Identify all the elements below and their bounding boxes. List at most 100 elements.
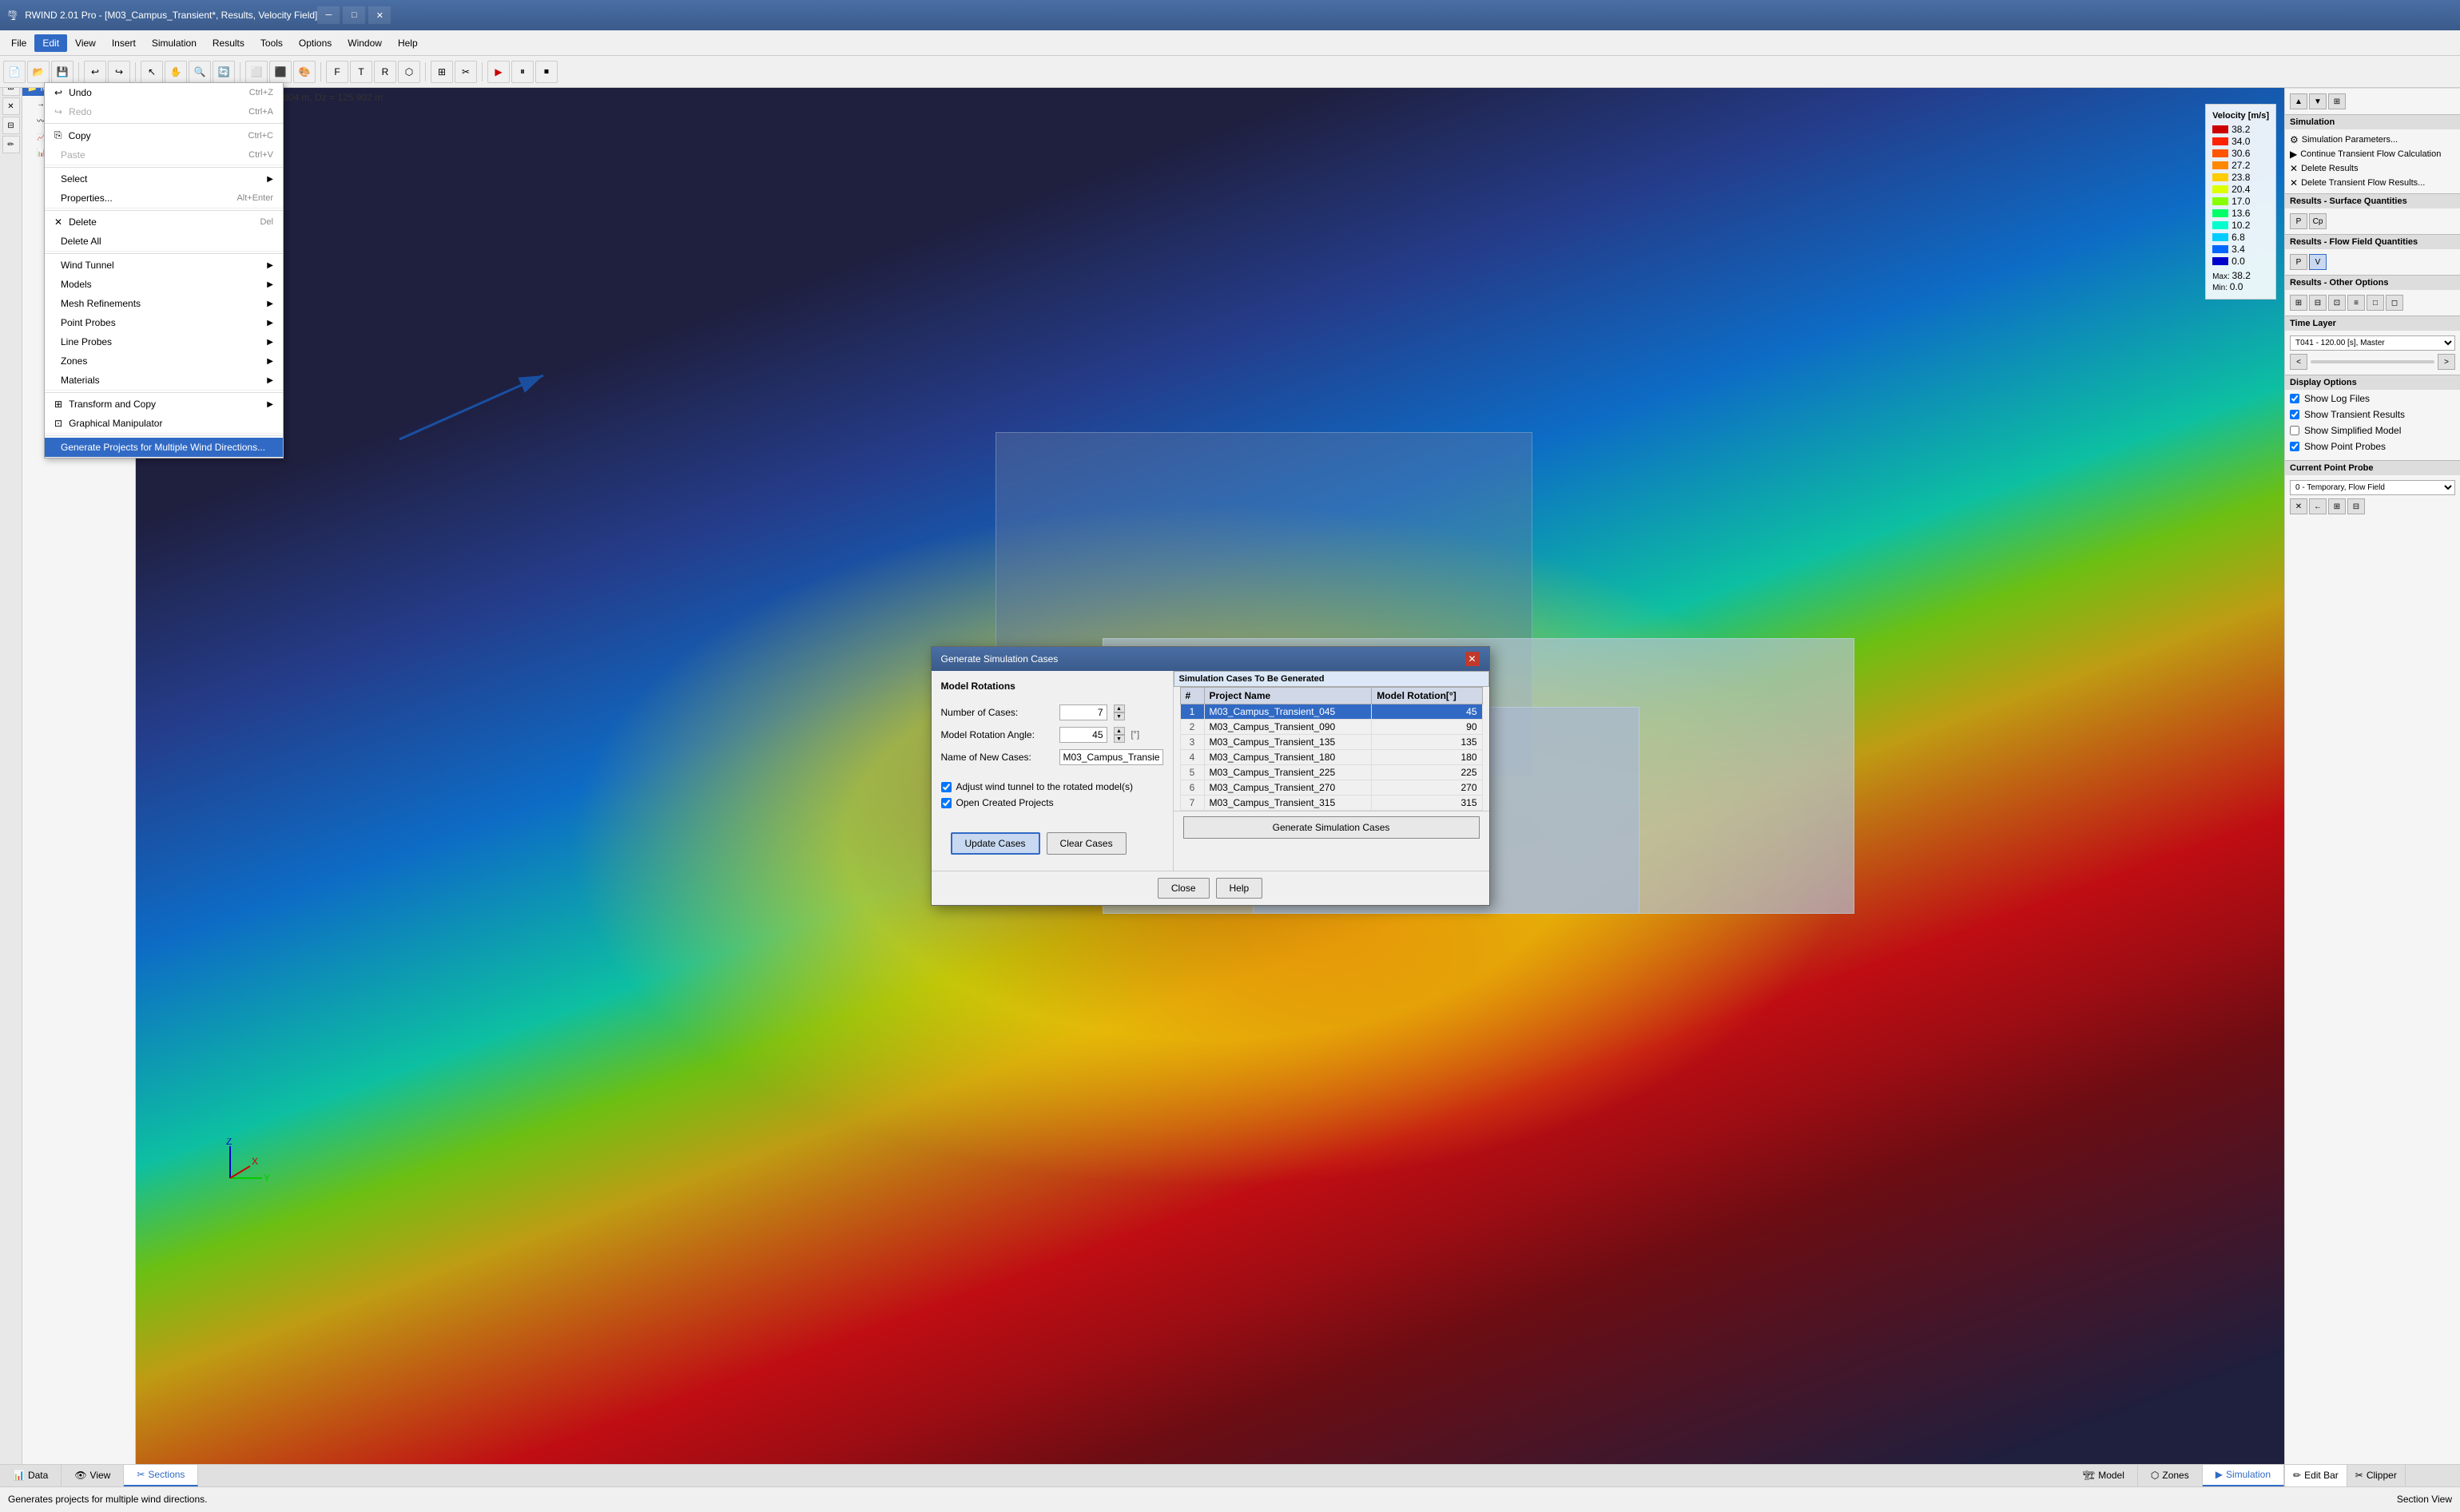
show-log-files-checkbox[interactable] (2290, 394, 2299, 403)
tb-sim2[interactable]: ⏸ (511, 61, 534, 83)
probe-back-btn[interactable]: ← (2309, 498, 2327, 514)
tab-view[interactable]: 👁 View (62, 1465, 124, 1486)
menu-results[interactable]: Results (205, 34, 252, 52)
time-next-btn[interactable]: > (2438, 354, 2455, 370)
continue-transient[interactable]: ▶ Continue Transient Flow Calculation (2290, 147, 2455, 161)
tb-open[interactable]: 📂 (27, 61, 50, 83)
edit-bar-tab[interactable]: ✏ Edit Bar (2285, 1465, 2347, 1486)
table-row[interactable]: 6 M03_Campus_Transient_270 270 (1180, 780, 1482, 796)
table-row[interactable]: 5 M03_Campus_Transient_225 225 (1180, 765, 1482, 780)
tb-right[interactable]: R (374, 61, 396, 83)
flow-v-btn[interactable]: V (2309, 254, 2327, 270)
tab-data[interactable]: 📊 Data (0, 1465, 62, 1486)
other-icon-1[interactable]: ⊞ (2290, 295, 2307, 311)
surface-p-btn[interactable]: P (2290, 213, 2307, 229)
current-probe-dropdown[interactable]: 0 - Temporary, Flow Field (2290, 480, 2455, 495)
menu-window[interactable]: Window (340, 34, 390, 52)
menu-delete[interactable]: ✕ Delete Del (45, 212, 283, 232)
probe-remove-btn[interactable]: ⊟ (2347, 498, 2365, 514)
tb-rotate[interactable]: 🔄 (213, 61, 235, 83)
menu-zones[interactable]: Zones ▶ (45, 351, 283, 371)
menu-edit[interactable]: Edit (34, 34, 67, 52)
menu-file[interactable]: File (3, 34, 34, 52)
editor-icon-1[interactable]: ▲ (2290, 93, 2307, 109)
case-name-input[interactable] (1059, 749, 1163, 765)
current-point-probe-section[interactable]: Current Point Probe (2285, 460, 2460, 475)
time-track[interactable] (2311, 360, 2434, 363)
display-options-section[interactable]: Display Options (2285, 375, 2460, 390)
tb-zoom[interactable]: 🔍 (189, 61, 211, 83)
menu-select[interactable]: Select ▶ (45, 169, 283, 189)
tb-pan[interactable]: ✋ (165, 61, 187, 83)
tb-section[interactable]: ✂ (455, 61, 477, 83)
open-projects-checkbox[interactable] (941, 798, 952, 808)
tb-save[interactable]: 💾 (51, 61, 74, 83)
menu-undo[interactable]: ↩ Undo Ctrl+Z (45, 83, 283, 102)
num-cases-down[interactable]: ▼ (1114, 712, 1125, 720)
show-point-probes-checkbox[interactable] (2290, 442, 2299, 451)
time-layer-dropdown[interactable]: T041 - 120.00 [s], Master (2290, 335, 2455, 351)
editor-icon-2[interactable]: ▼ (2309, 93, 2327, 109)
tb-wireframe[interactable]: ⬜ (245, 61, 268, 83)
tab-model[interactable]: 🏗 Model (2070, 1465, 2138, 1486)
show-simplified-checkbox[interactable] (2290, 426, 2299, 435)
tab-zones[interactable]: ⬡ Zones (2138, 1465, 2203, 1486)
tab-sections[interactable]: ✂ Sections (124, 1465, 198, 1486)
tb-top[interactable]: T (350, 61, 372, 83)
minimize-button[interactable]: ─ (317, 6, 340, 24)
rotation-angle-up[interactable]: ▲ (1114, 727, 1125, 735)
menu-models[interactable]: Models ▶ (45, 275, 283, 294)
num-cases-input[interactable] (1059, 704, 1107, 720)
tb-new[interactable]: 📄 (3, 61, 26, 83)
menu-help[interactable]: Help (390, 34, 426, 52)
tb-sim3[interactable]: ⏹ (535, 61, 558, 83)
menu-transform-copy[interactable]: ⊞ Transform and Copy ▶ (45, 395, 283, 414)
other-icon-5[interactable]: □ (2367, 295, 2384, 311)
menu-delete-all[interactable]: Delete All (45, 232, 283, 251)
menu-insert[interactable]: Insert (104, 34, 144, 52)
tb-undo[interactable]: ↩ (84, 61, 106, 83)
update-cases-button[interactable]: Update Cases (951, 832, 1040, 855)
rotation-angle-input[interactable] (1059, 727, 1107, 743)
table-row[interactable]: 4 M03_Campus_Transient_180 180 (1180, 750, 1482, 765)
table-row[interactable]: 7 M03_Campus_Transient_315 315 (1180, 796, 1482, 811)
tb-redo[interactable]: ↪ (108, 61, 130, 83)
simulation-section[interactable]: Simulation (2285, 114, 2460, 129)
table-row[interactable]: 2 M03_Campus_Transient_090 90 (1180, 720, 1482, 735)
adjust-wind-tunnel-checkbox[interactable] (941, 782, 952, 792)
menu-point-probes[interactable]: Point Probes ▶ (45, 313, 283, 332)
left-icon-5[interactable]: ✏ (2, 136, 20, 153)
surface-quantities-section[interactable]: Results - Surface Quantities (2285, 193, 2460, 208)
tb-texture[interactable]: 🎨 (293, 61, 316, 83)
menu-view[interactable]: View (67, 34, 104, 52)
flow-field-section[interactable]: Results - Flow Field Quantities (2285, 234, 2460, 249)
generate-simulation-button[interactable]: Generate Simulation Cases (1183, 816, 1480, 839)
time-prev-btn[interactable]: < (2290, 354, 2307, 370)
left-icon-3[interactable]: ✕ (2, 97, 20, 115)
tb-front[interactable]: F (326, 61, 348, 83)
menu-materials[interactable]: Materials ▶ (45, 371, 283, 390)
menu-wind-tunnel[interactable]: Wind Tunnel ▶ (45, 256, 283, 275)
tb-fit[interactable]: ⊞ (431, 61, 453, 83)
rotation-angle-down[interactable]: ▼ (1114, 735, 1125, 743)
num-cases-up[interactable]: ▲ (1114, 704, 1125, 712)
help-button[interactable]: Help (1216, 878, 1263, 899)
clear-cases-button[interactable]: Clear Cases (1047, 832, 1127, 855)
menu-generate-projects[interactable]: Generate Projects for Multiple Wind Dire… (45, 438, 283, 457)
menu-mesh-refinements[interactable]: Mesh Refinements ▶ (45, 294, 283, 313)
close-button[interactable]: ✕ (368, 6, 391, 24)
time-layer-section[interactable]: Time Layer (2285, 315, 2460, 331)
other-icon-4[interactable]: ≡ (2347, 295, 2365, 311)
close-button[interactable]: Close (1158, 878, 1210, 899)
menu-copy[interactable]: ⎘ Copy Ctrl+C (45, 125, 283, 145)
left-icon-4[interactable]: ⊟ (2, 117, 20, 134)
tb-solid[interactable]: ⬛ (269, 61, 292, 83)
menu-tools[interactable]: Tools (252, 34, 291, 52)
menu-graphical-manipulator[interactable]: ⊡ Graphical Manipulator (45, 414, 283, 433)
menu-line-probes[interactable]: Line Probes ▶ (45, 332, 283, 351)
clipper-tab[interactable]: ✂ Clipper (2347, 1465, 2406, 1486)
other-icon-3[interactable]: ⊡ (2328, 295, 2346, 311)
table-row[interactable]: 3 M03_Campus_Transient_135 135 (1180, 735, 1482, 750)
other-icon-6[interactable]: ◻ (2386, 295, 2403, 311)
surface-cp-btn[interactable]: Cp (2309, 213, 2327, 229)
